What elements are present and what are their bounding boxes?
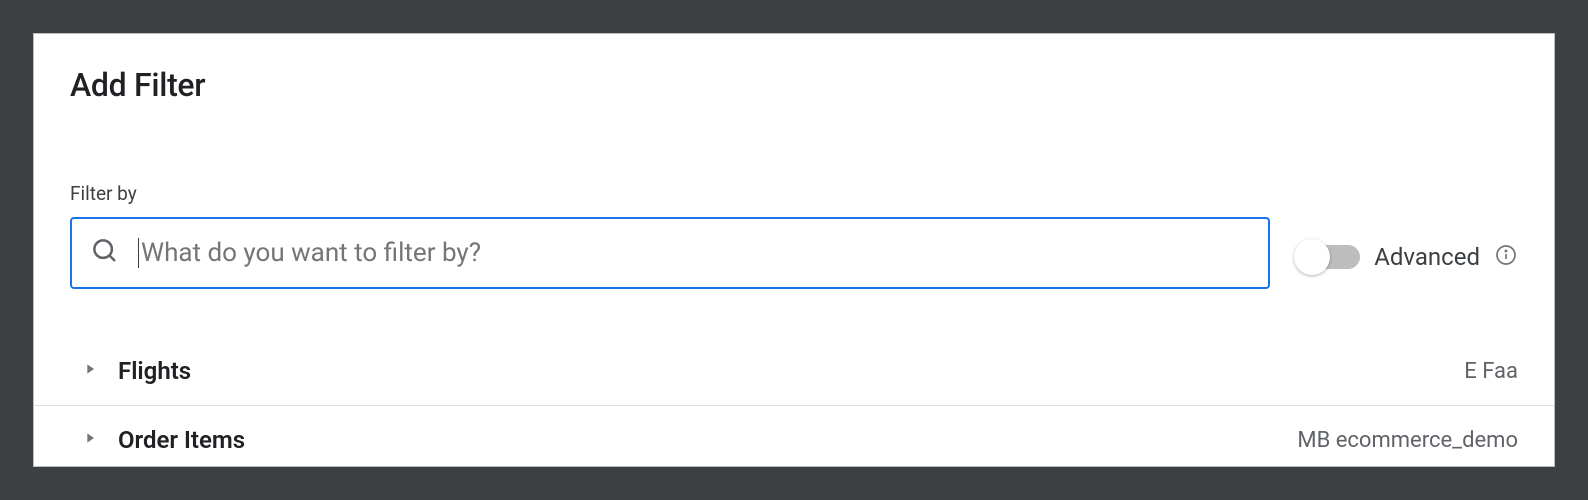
search-icon <box>90 236 120 270</box>
group-source: MB ecommerce_demo <box>1297 428 1518 453</box>
chevron-right-icon <box>82 430 98 450</box>
search-field-wrap[interactable] <box>70 217 1270 289</box>
info-icon[interactable] <box>1494 243 1518 271</box>
filter-group-row[interactable]: Order Items MB ecommerce_demo <box>34 406 1554 467</box>
group-source: E Faa <box>1464 359 1518 384</box>
filter-group-row[interactable]: Flights E Faa <box>34 337 1554 406</box>
toggle-knob <box>1294 239 1330 275</box>
advanced-label: Advanced <box>1374 243 1480 271</box>
filter-by-label: Filter by <box>70 182 1270 205</box>
advanced-toggle[interactable] <box>1298 245 1360 269</box>
filter-groups-list: Flights E Faa Order Items MB ecommerce_d… <box>34 337 1554 467</box>
filter-search-input[interactable] <box>141 238 1250 268</box>
filter-section: Filter by Advanced <box>70 182 1518 289</box>
advanced-group: Advanced <box>1298 243 1518 271</box>
dialog-title: Add Filter <box>70 66 1518 104</box>
group-name: Flights <box>118 357 191 385</box>
chevron-right-icon <box>82 361 98 381</box>
add-filter-panel: Add Filter Filter by <box>33 33 1555 467</box>
group-name: Order Items <box>118 426 245 454</box>
text-cursor <box>138 238 139 268</box>
